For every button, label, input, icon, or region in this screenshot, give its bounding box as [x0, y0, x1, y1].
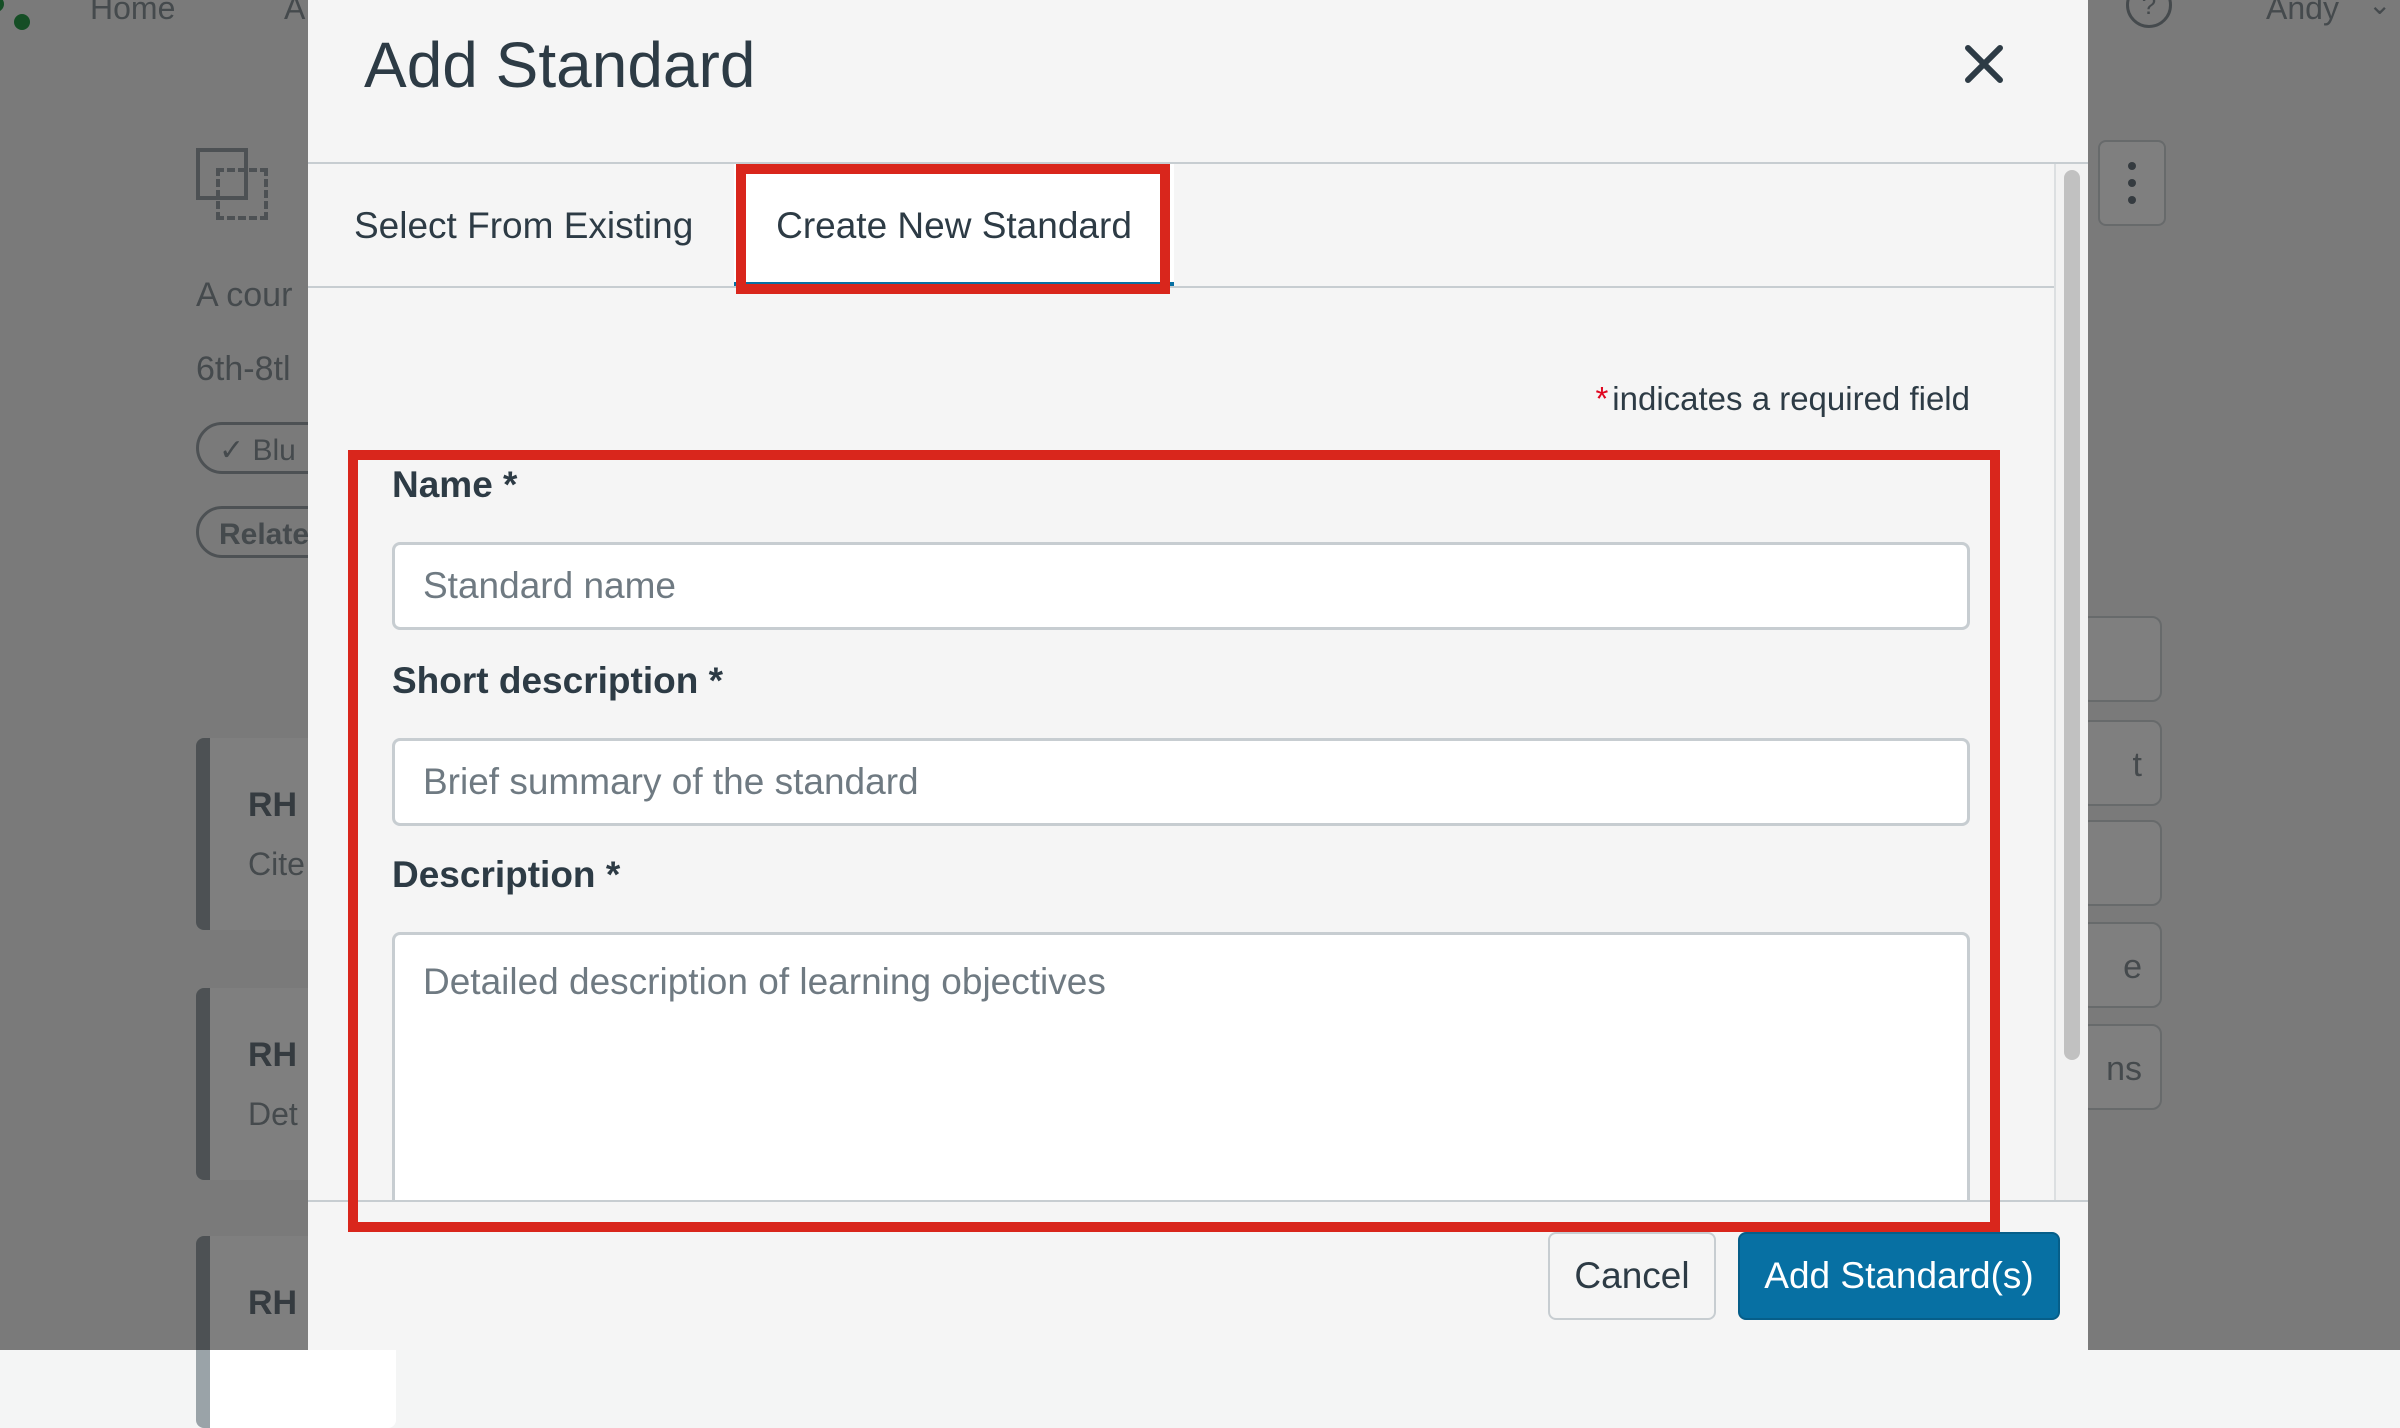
short-description-label: Short description *: [392, 660, 723, 701]
close-button[interactable]: [1956, 36, 2012, 92]
modal-title: Add Standard: [364, 29, 756, 101]
required-note-text: indicates a required field: [1612, 380, 1970, 417]
scrollbar-thumb[interactable]: [2064, 170, 2080, 1060]
tab-create-new-standard[interactable]: Create New Standard: [734, 164, 1174, 288]
modal-footer: Cancel Add Standard(s): [308, 1200, 2088, 1350]
required-field-note: * indicates a required field: [1595, 380, 1970, 418]
cancel-button[interactable]: Cancel: [1548, 1232, 1716, 1320]
short-description-input[interactable]: [392, 738, 1970, 826]
description-textarea[interactable]: [392, 932, 1970, 1212]
add-standard-modal: Add Standard Select From Existing Create…: [308, 0, 2088, 1350]
required-asterisk: *: [1595, 380, 1609, 417]
tab-list: Select From Existing Create New Standard: [308, 164, 2054, 288]
scrollbar[interactable]: [2054, 164, 2088, 1200]
standard-name-input[interactable]: [392, 542, 1970, 630]
add-standards-button[interactable]: Add Standard(s): [1738, 1232, 2060, 1320]
tabs-divider: [308, 286, 2054, 288]
tab-select-from-existing[interactable]: Select From Existing: [354, 164, 693, 288]
close-icon: [1965, 45, 2003, 83]
description-label: Description *: [392, 854, 621, 895]
name-label: Name *: [392, 464, 518, 505]
